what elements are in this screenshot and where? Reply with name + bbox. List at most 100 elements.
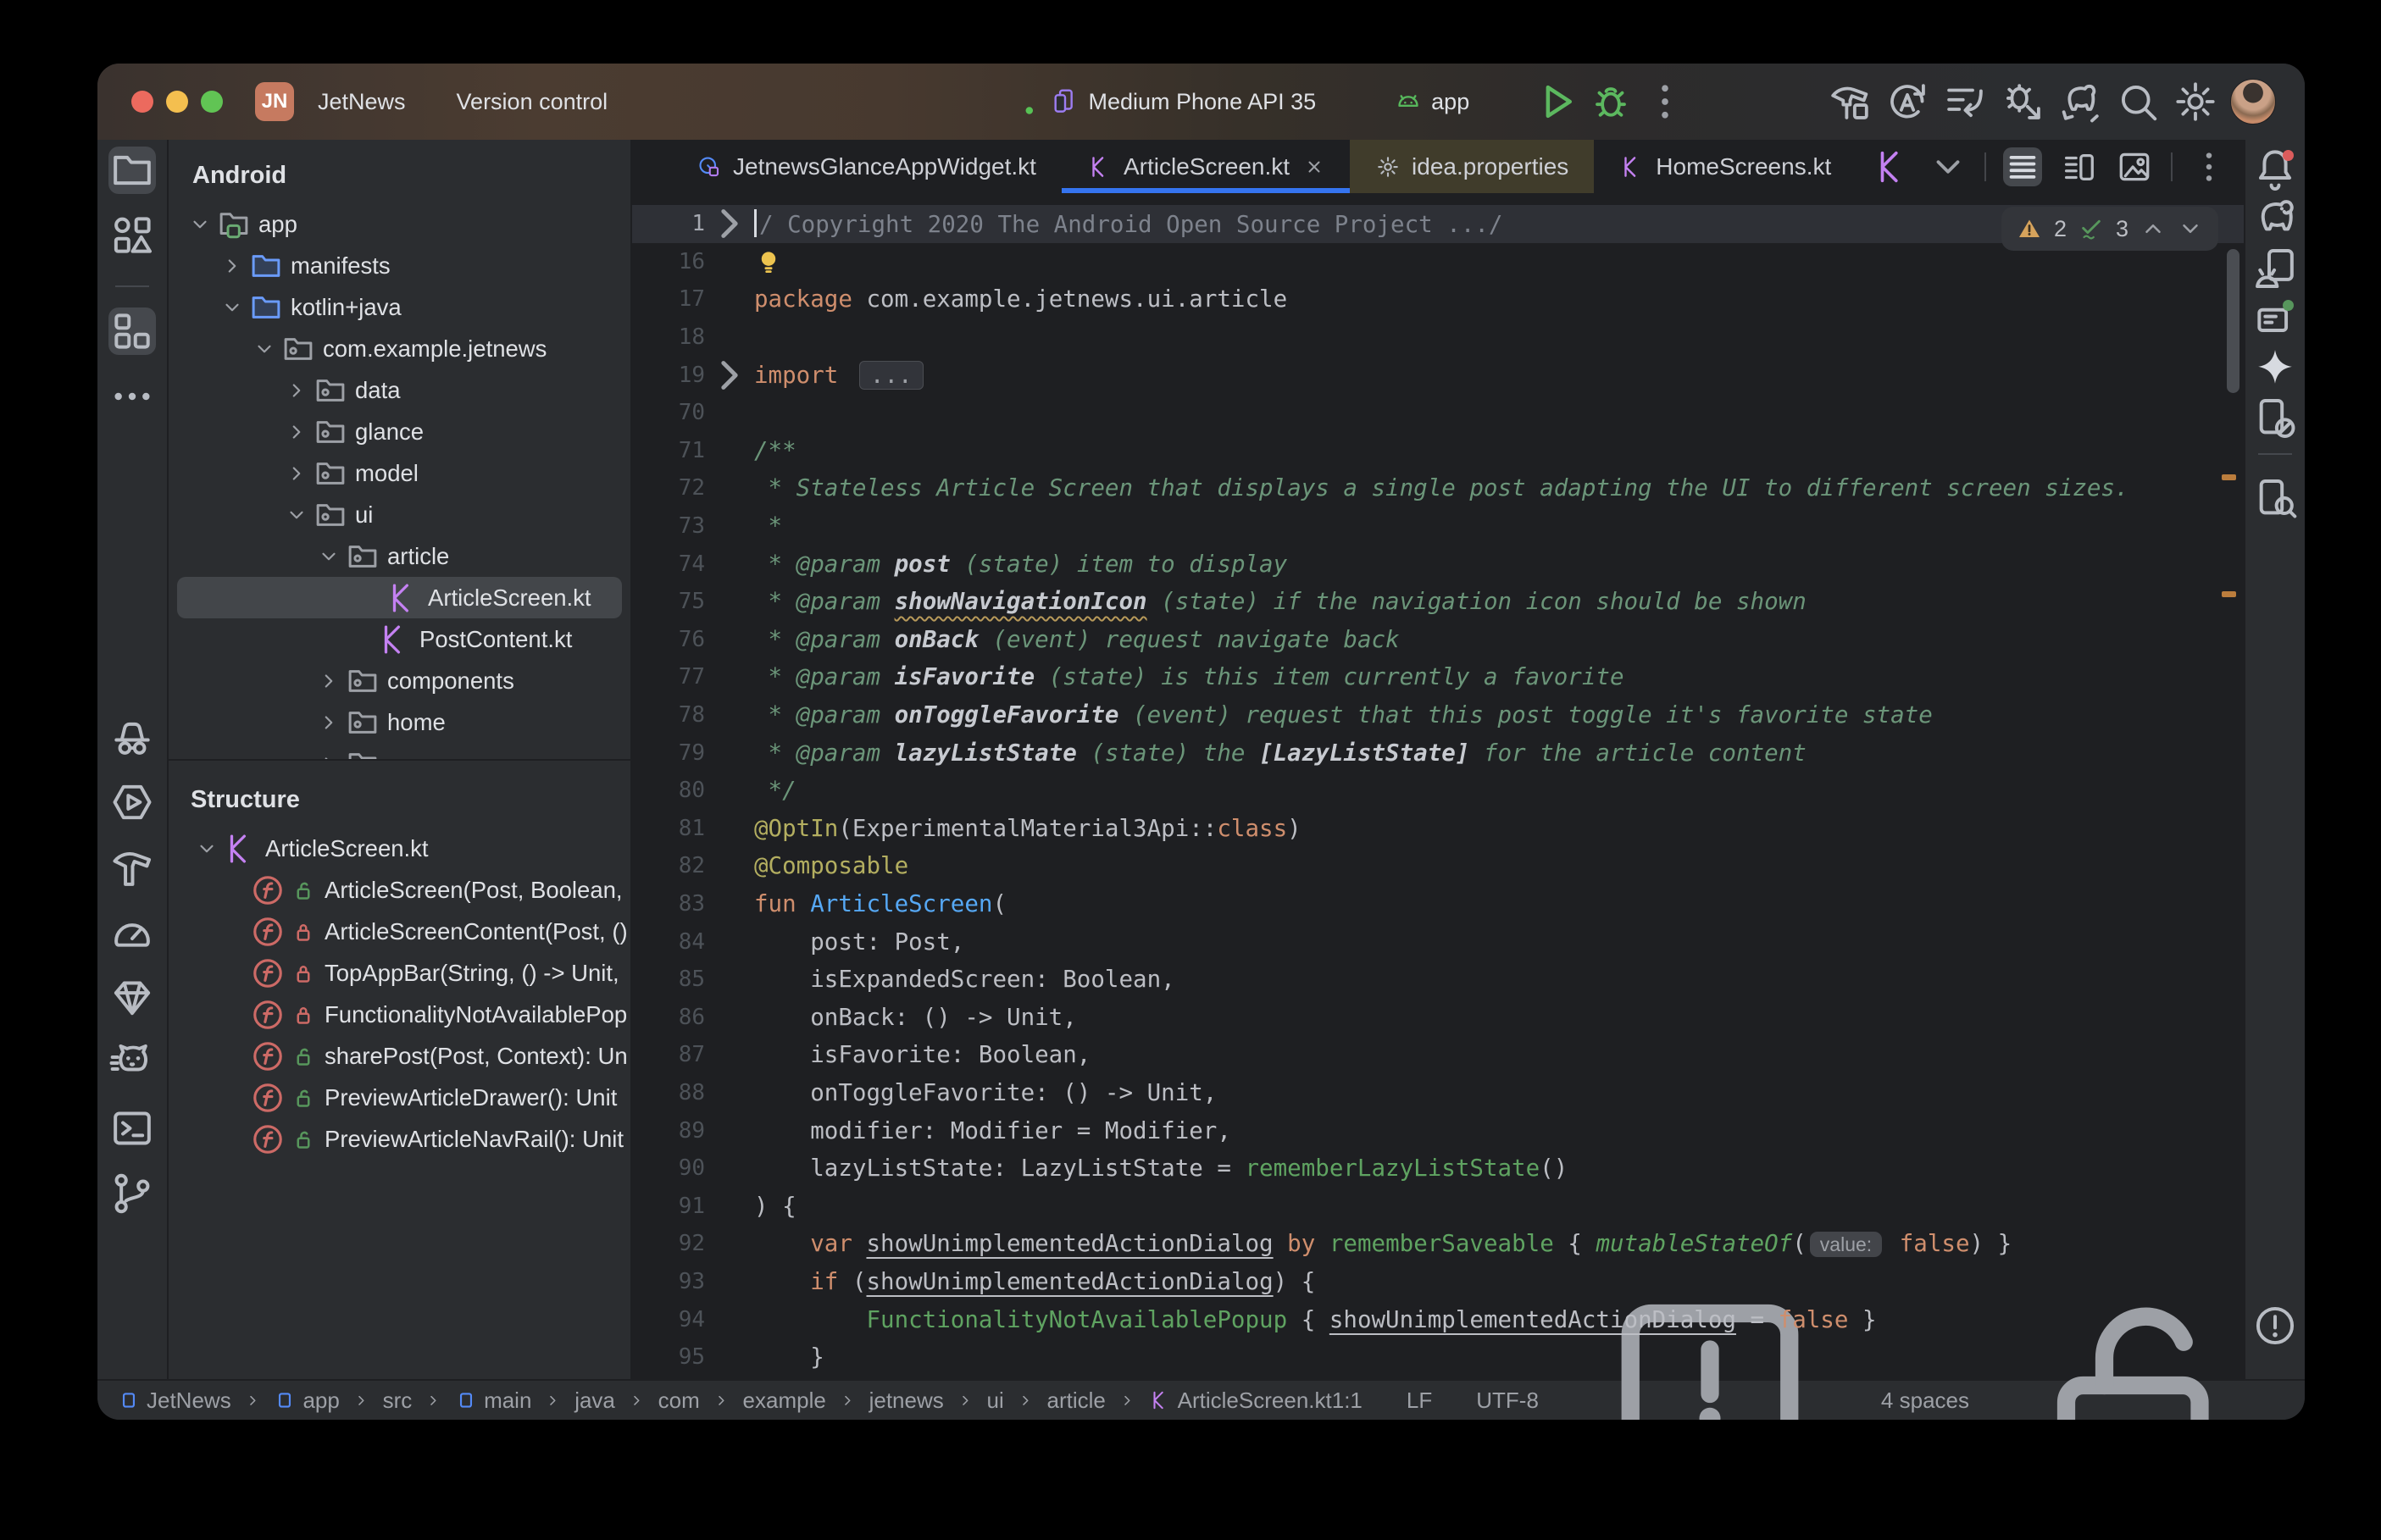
debug-button[interactable] — [1588, 79, 1634, 125]
more-horizontal-icon[interactable] — [108, 373, 156, 420]
chevron-right-icon[interactable] — [216, 255, 248, 277]
code-line-95[interactable]: 95 } — [632, 1338, 2244, 1377]
structure-item[interactable]: TopAppBar(String, () -> Unit, — [169, 952, 630, 994]
attach-debugger-icon[interactable] — [2000, 79, 2045, 125]
app-inspection-icon[interactable] — [108, 713, 156, 761]
chevron-right-icon[interactable] — [313, 753, 345, 760]
chevron-right-icon[interactable] — [280, 421, 313, 443]
version-control-menu[interactable]: Version control — [457, 89, 635, 115]
services-icon[interactable] — [108, 778, 156, 826]
structure-item[interactable]: sharePost(Post, Context): Un — [169, 1035, 630, 1077]
tab-homescreens-kt[interactable]: HomeScreens.kt — [1594, 140, 1857, 193]
tree-item-com-example-jetnews[interactable]: com.example.jetnews — [169, 328, 630, 369]
code-line-75[interactable]: 75 * @param showNavigationIcon (state) i… — [632, 583, 2244, 621]
code-line-81[interactable]: 81@OptIn(ExperimentalMaterial3Api::class… — [632, 810, 2244, 848]
project-menu[interactable]: JetNews — [318, 89, 433, 115]
chevron-right-icon[interactable] — [280, 379, 313, 402]
breadcrumb-jetnews[interactable]: JetNews — [118, 1388, 231, 1414]
structure-item[interactable]: ArticleScreen(Post, Boolean, — [169, 869, 630, 911]
list-view-icon[interactable] — [2003, 147, 2042, 186]
code-line-93[interactable]: 93 if (showUnimplementedActionDialog) { — [632, 1263, 2244, 1301]
code-line-72[interactable]: 72 * Stateless Article Screen that displ… — [632, 469, 2244, 507]
file-encoding[interactable]: UTF-8 — [1476, 1388, 1539, 1414]
line-separator[interactable]: LF — [1407, 1388, 1432, 1414]
editor-scrollbar[interactable] — [2227, 249, 2239, 393]
code-line-18[interactable]: 18 — [632, 319, 2244, 357]
device-manager-icon[interactable] — [2251, 245, 2299, 292]
logcat-icon[interactable] — [108, 1039, 156, 1087]
tree-item-glance[interactable]: glance — [169, 411, 630, 452]
code-line-87[interactable]: 87 isFavorite: Boolean, — [632, 1036, 2244, 1074]
device-selector[interactable]: Medium Phone API 35 — [1051, 87, 1343, 116]
breadcrumb-example[interactable]: example — [743, 1388, 826, 1414]
code-line-80[interactable]: 80 */ — [632, 772, 2244, 810]
tab-jetnewsglanceappwidget-kt[interactable]: JetnewsGlanceAppWidget.kt — [671, 140, 1062, 193]
kotlin-file-icon[interactable] — [1873, 147, 1912, 186]
code-line-88[interactable]: 88 onToggleFavorite: () -> Unit, — [632, 1074, 2244, 1112]
notifications-icon[interactable] — [2251, 145, 2299, 192]
structure-root-articlescreen-kt[interactable]: ArticleScreen.kt — [169, 828, 630, 869]
chevron-down-icon[interactable] — [1929, 147, 1968, 186]
breadcrumb-jetnews[interactable]: jetnews — [869, 1388, 944, 1414]
chevron-right-icon[interactable] — [280, 463, 313, 485]
close-tab-icon[interactable] — [1304, 157, 1324, 177]
tree-item-app[interactable]: app — [169, 203, 630, 245]
breadcrumb-java[interactable]: java — [574, 1388, 615, 1414]
close-window-button[interactable] — [131, 91, 153, 113]
tab-articlescreen-kt[interactable]: ArticleScreen.kt — [1062, 140, 1350, 193]
intention-bulb-icon[interactable] — [754, 247, 783, 276]
structure-item[interactable]: PreviewArticleNavRail(): Unit — [169, 1118, 630, 1160]
profiler-sessions-icon[interactable] — [1942, 79, 1988, 125]
tree-item-components[interactable]: components — [169, 660, 630, 701]
breadcrumb-com[interactable]: com — [658, 1388, 700, 1414]
structure-item[interactable]: PreviewArticleDrawer(): Unit — [169, 1077, 630, 1118]
code-line-91[interactable]: 91) { — [632, 1187, 2244, 1225]
code-line-84[interactable]: 84 post: Post, — [632, 922, 2244, 961]
inspection-widget[interactable]: 2 3 — [2001, 207, 2218, 251]
project-view-selector[interactable]: Android — [169, 140, 630, 203]
code-line-94[interactable]: 94 FunctionalityNotAvailablePopup { show… — [632, 1300, 2244, 1338]
chevron-down-icon[interactable] — [313, 546, 345, 568]
code-line-70[interactable]: 70 — [632, 394, 2244, 432]
tree-item-articlescreen-kt[interactable]: ArticleScreen.kt — [177, 577, 622, 618]
sync-translate-icon[interactable] — [1884, 79, 1930, 125]
tree-item-partial[interactable] — [169, 743, 630, 759]
user-avatar[interactable] — [2230, 79, 2276, 125]
code-line-71[interactable]: 71/** — [632, 432, 2244, 470]
tree-item-article[interactable]: article — [169, 535, 630, 577]
structure-icon[interactable] — [108, 307, 156, 355]
chevron-right-icon[interactable] — [313, 712, 345, 734]
device-explorer-icon[interactable] — [2251, 475, 2299, 523]
breadcrumb-app[interactable]: app — [274, 1388, 339, 1414]
minimize-window-button[interactable] — [166, 91, 188, 113]
build-icon[interactable] — [108, 844, 156, 891]
breadcrumb-articlescreen-kt[interactable]: ArticleScreen.kt — [1149, 1388, 1332, 1414]
previous-problem-button[interactable] — [2140, 216, 2166, 241]
breadcrumb-ui[interactable]: ui — [987, 1388, 1004, 1414]
tab-idea-properties[interactable]: idea.properties — [1350, 140, 1594, 193]
code-line-83[interactable]: 83fun ArticleScreen( — [632, 885, 2244, 923]
tree-item-postcontent-kt[interactable]: PostContent.kt — [169, 618, 630, 660]
tree-item-ui[interactable]: ui — [169, 494, 630, 535]
code-editor[interactable]: 1/ Copyright 2020 The Android Open Sourc… — [632, 193, 2244, 1379]
chevron-down-icon[interactable] — [280, 504, 313, 526]
tree-item-data[interactable]: data — [169, 369, 630, 411]
more-vertical-icon[interactable] — [2190, 147, 2228, 186]
code-line-76[interactable]: 76 * @param onBack (event) request navig… — [632, 621, 2244, 659]
code-line-17[interactable]: 17package com.example.jetnews.ui.article — [632, 280, 2244, 319]
chevron-down-icon[interactable] — [248, 338, 280, 360]
split-view-icon[interactable] — [2059, 147, 2098, 186]
gemini-icon[interactable] — [2251, 345, 2299, 392]
zoom-window-button[interactable] — [201, 91, 223, 113]
app-quality-insights-icon[interactable] — [108, 974, 156, 1022]
chevron-down-icon[interactable] — [191, 838, 223, 860]
running-devices-icon[interactable] — [2251, 295, 2299, 342]
code-line-85[interactable]: 85 isExpandedScreen: Boolean, — [632, 961, 2244, 999]
code-line-78[interactable]: 78 * @param onToggleFavorite (event) req… — [632, 696, 2244, 734]
tree-item-manifests[interactable]: manifests — [169, 245, 630, 286]
structure-item[interactable]: FunctionalityNotAvailablePop — [169, 994, 630, 1035]
gradle-icon[interactable] — [2251, 195, 2299, 242]
caret-position[interactable]: 1:1 — [1332, 1388, 1363, 1414]
warning-stripe-mark[interactable] — [2222, 591, 2236, 597]
code-line-82[interactable]: 82@Composable — [632, 847, 2244, 885]
